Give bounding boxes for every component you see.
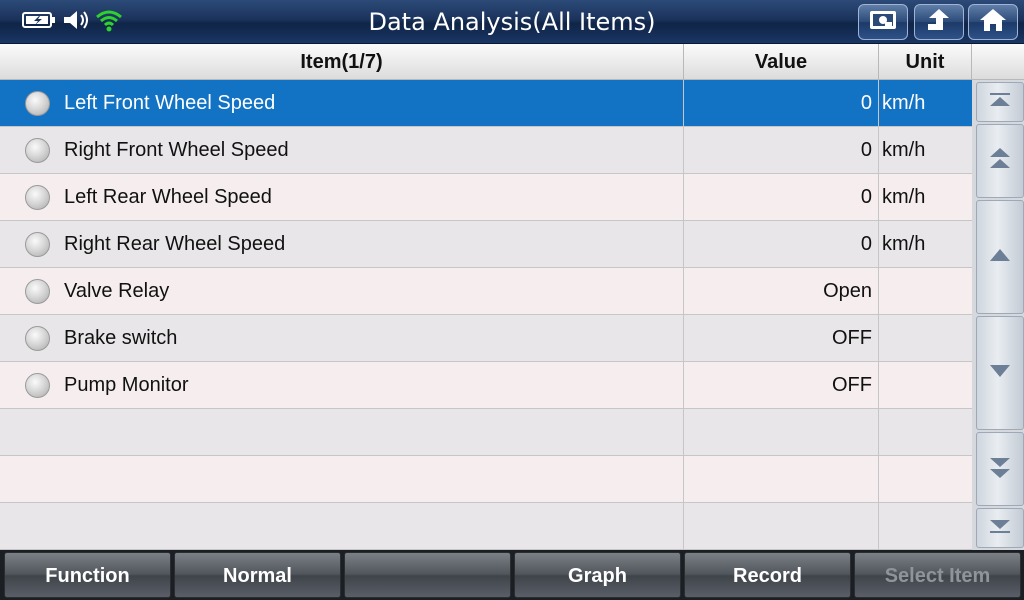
item-label: Right Front Wheel Speed <box>64 139 289 161</box>
item-value: Open <box>684 268 879 314</box>
page-up-icon <box>988 147 1012 175</box>
item-value: OFF <box>684 362 879 408</box>
item-unit: km/h <box>882 92 926 114</box>
table-header: Item(1/7) Value Unit <box>0 44 1024 80</box>
title-bar: Data Analysis(All Items) <box>0 0 1024 44</box>
record-button[interactable]: Record <box>684 552 851 598</box>
column-header-item: Item(1/7) <box>0 44 684 80</box>
radio-button[interactable] <box>25 279 50 304</box>
item-unit: km/h <box>882 186 926 208</box>
item-unit <box>879 362 972 408</box>
empty-button[interactable] <box>344 552 511 598</box>
item-label: Left Rear Wheel Speed <box>64 186 272 208</box>
radio-button[interactable] <box>25 185 50 210</box>
data-list: Left Front Wheel Speed 0 km/h Right Fron… <box>0 80 972 550</box>
item-label: Pump Monitor <box>64 374 189 396</box>
home-button[interactable] <box>968 4 1018 40</box>
item-value: 0 <box>684 80 879 126</box>
function-button[interactable]: Function <box>4 552 171 598</box>
table-row[interactable]: Right Rear Wheel Speed 0 km/h <box>0 221 972 268</box>
empty-row <box>0 503 972 550</box>
page-down-icon <box>988 455 1012 483</box>
empty-row <box>0 456 972 503</box>
screenshot-button[interactable] <box>858 4 908 40</box>
item-label: Valve Relay <box>64 280 170 302</box>
item-label: Brake switch <box>64 327 178 349</box>
item-value: 0 <box>684 221 879 267</box>
item-value: 0 <box>684 174 879 220</box>
select-item-button[interactable]: Select Item <box>854 552 1021 598</box>
table-row[interactable]: Pump Monitor OFF <box>0 362 972 409</box>
radio-button[interactable] <box>25 138 50 163</box>
radio-button[interactable] <box>25 373 50 398</box>
scroll-top-icon <box>988 92 1012 112</box>
item-unit: km/h <box>882 233 926 255</box>
item-value: OFF <box>684 315 879 361</box>
column-header-value: Value <box>684 44 879 80</box>
back-up-icon <box>924 7 954 37</box>
empty-row <box>0 409 972 456</box>
radio-button[interactable] <box>25 232 50 257</box>
scroll-bottom-icon <box>988 518 1012 538</box>
table-row[interactable]: Left Front Wheel Speed 0 km/h <box>0 80 972 127</box>
item-label: Left Front Wheel Speed <box>64 92 276 114</box>
line-down-button[interactable] <box>976 316 1024 430</box>
table-row[interactable]: Left Rear Wheel Speed 0 km/h <box>0 174 972 221</box>
table-row[interactable]: Brake switch OFF <box>0 315 972 362</box>
table-row[interactable]: Valve Relay Open <box>0 268 972 315</box>
scrollbar[interactable] <box>972 80 1024 550</box>
radio-button[interactable] <box>25 91 50 116</box>
screenshot-icon <box>868 8 898 36</box>
item-value: 0 <box>684 127 879 173</box>
item-unit <box>879 315 972 361</box>
item-label: Right Rear Wheel Speed <box>64 233 286 255</box>
item-unit <box>879 268 972 314</box>
page-up-button[interactable] <box>976 124 1024 198</box>
table-row[interactable]: Right Front Wheel Speed 0 km/h <box>0 127 972 174</box>
scroll-bottom-button[interactable] <box>976 508 1024 548</box>
home-icon <box>978 7 1008 37</box>
page-down-button[interactable] <box>976 432 1024 506</box>
radio-button[interactable] <box>25 326 50 351</box>
function-toolbar: Function Normal Graph Record Select Item <box>0 550 1024 600</box>
column-header-unit: Unit <box>879 44 972 80</box>
line-down-icon <box>988 363 1012 383</box>
scroll-top-button[interactable] <box>976 82 1024 122</box>
back-button[interactable] <box>914 4 964 40</box>
line-up-button[interactable] <box>976 200 1024 314</box>
item-unit: km/h <box>882 139 926 161</box>
graph-button[interactable]: Graph <box>514 552 681 598</box>
normal-button[interactable]: Normal <box>174 552 341 598</box>
line-up-icon <box>988 247 1012 267</box>
